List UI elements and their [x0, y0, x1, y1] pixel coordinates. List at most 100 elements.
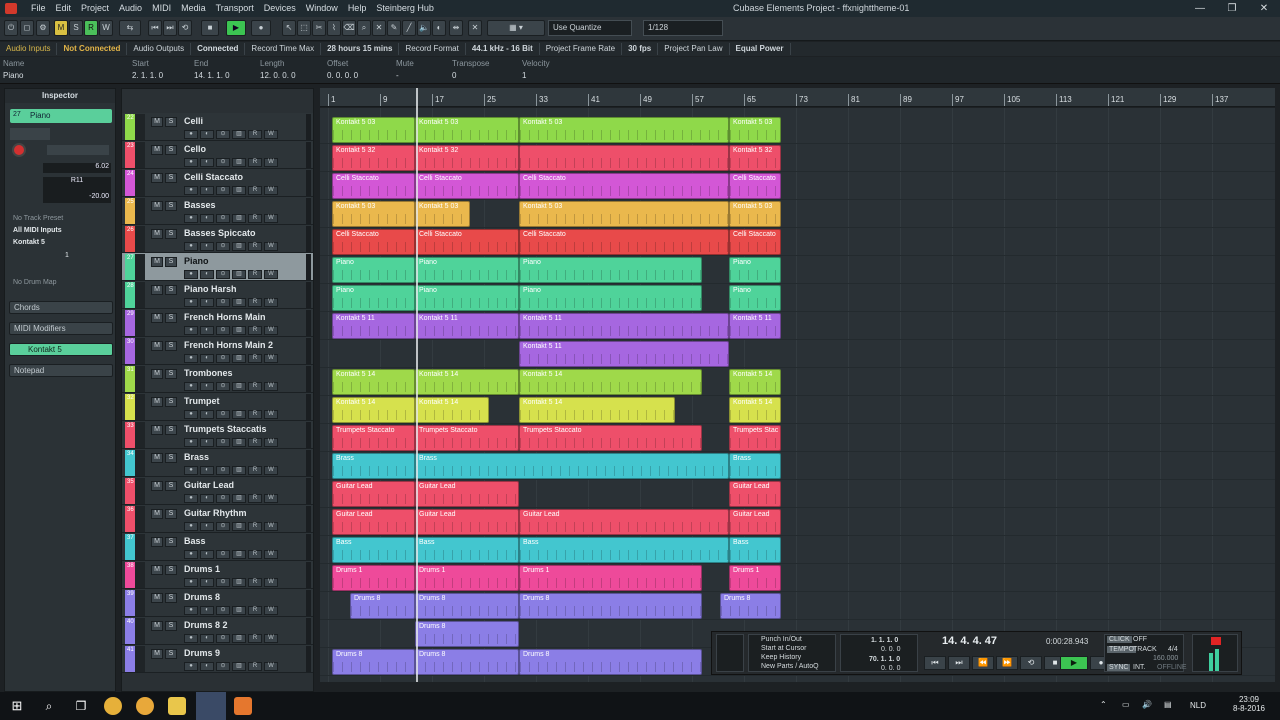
midi-part[interactable]: Drums 1 [519, 565, 702, 591]
midi-part[interactable]: Bass [729, 537, 781, 563]
track-read-button[interactable]: R [248, 578, 262, 587]
midi-part[interactable]: Kontakt 5 14 [415, 397, 489, 423]
constrain-delay-button[interactable]: ◻ [20, 20, 34, 36]
track-lane[interactable]: Bass Bass Bass Bass [320, 536, 1275, 564]
midi-part[interactable]: Bass [332, 537, 415, 563]
track-read-button[interactable]: R [248, 326, 262, 335]
track-lock-button[interactable]: ⊙ [216, 606, 230, 615]
midi-part[interactable]: Brass [729, 453, 781, 479]
track-edit-button[interactable]: ▥ [232, 158, 246, 167]
midi-part[interactable]: Bass [519, 537, 729, 563]
midi-part[interactable]: Guitar Lead [415, 509, 519, 535]
track-row[interactable]: 27 M S Piano ● ◐ ⊙ ▥ R W [122, 253, 313, 281]
track-solo-button[interactable]: S [165, 201, 177, 211]
midi-part[interactable]: Kontakt 5 14 [519, 397, 675, 423]
menu-audio[interactable]: Audio [114, 0, 147, 17]
tray-chevron-icon[interactable]: ⌃ [1100, 700, 1107, 709]
info-start[interactable]: Start 2. 1. 1. 0 [132, 59, 163, 80]
track-write-button[interactable]: W [264, 214, 278, 223]
track-edit-strip[interactable] [135, 422, 145, 448]
track-solo-button[interactable]: S [165, 173, 177, 183]
track-row[interactable]: 38 M S Drums 1 ● ◐ ⊙ ▥ R W [122, 561, 313, 589]
track-record-button[interactable]: ● [184, 270, 198, 279]
track-lock-button[interactable]: ⊙ [216, 214, 230, 223]
midi-part[interactable]: Piano [332, 257, 415, 283]
track-write-button[interactable]: W [264, 466, 278, 475]
track-edit-button[interactable]: ▥ [232, 214, 246, 223]
glue-tool-icon[interactable]: ⌇ [327, 20, 341, 36]
midi-part[interactable]: Trumpets Staccato [415, 425, 519, 451]
track-edit-strip[interactable] [135, 170, 145, 196]
track-mute-button[interactable]: M [151, 397, 163, 407]
info-mute[interactable]: Mute - [396, 59, 414, 80]
inspector-track-header[interactable]: 27 Piano [10, 109, 112, 123]
track-monitor-button[interactable]: ◐ [200, 270, 214, 279]
midi-part[interactable]: Drums 8 [415, 593, 519, 619]
track-read-button[interactable]: R [248, 606, 262, 615]
track-row[interactable]: 29 M S French Horns Main ● ◐ ⊙ ▥ R W [122, 309, 313, 337]
midi-part[interactable] [519, 145, 729, 171]
midi-part[interactable]: Drums 8 [415, 621, 519, 647]
file-explorer-icon[interactable] [168, 697, 186, 715]
midi-part[interactable]: Kontakt 5 11 [519, 313, 729, 339]
track-edit-strip[interactable] [135, 394, 145, 420]
app-icon[interactable] [234, 697, 252, 715]
track-edit-strip[interactable] [135, 254, 145, 280]
cubase-taskbar-icon[interactable] [196, 692, 226, 720]
track-lock-button[interactable]: ⊙ [216, 410, 230, 419]
track-record-button[interactable]: ● [184, 326, 198, 335]
track-read-button[interactable]: R [248, 214, 262, 223]
autoscroll-button[interactable]: ⇆ [119, 20, 141, 36]
track-monitor-button[interactable]: ◐ [200, 662, 214, 671]
track-write-button[interactable]: W [264, 130, 278, 139]
track-monitor-button[interactable]: ◐ [200, 578, 214, 587]
track-solo-button[interactable]: S [165, 621, 177, 631]
track-mute-button[interactable]: M [151, 229, 163, 239]
menu-transport[interactable]: Transport [211, 0, 259, 17]
track-mute-button[interactable]: M [151, 313, 163, 323]
midi-part[interactable]: Kontakt 5 03 [519, 201, 729, 227]
midi-part[interactable]: Celli Staccato [519, 229, 729, 255]
info-velocity[interactable]: Velocity 1 [522, 59, 550, 80]
send-level-field[interactable]: -20.00 [43, 193, 111, 203]
track-edit-strip[interactable] [135, 338, 145, 364]
info-name[interactable]: Name Piano [3, 59, 24, 80]
track-write-button[interactable]: W [264, 522, 278, 531]
track-lane[interactable]: Kontakt 5 03 Kontakt 5 03 Kontakt 5 03 Kont… [320, 200, 1275, 228]
midi-modifiers-section[interactable]: MIDI Modifiers [9, 322, 113, 335]
track-write-button[interactable]: W [264, 158, 278, 167]
midi-part[interactable]: Trumpets Staccato [332, 425, 415, 451]
track-read-button[interactable]: R [248, 466, 262, 475]
track-read-button[interactable]: R [248, 522, 262, 531]
midi-channel-field[interactable]: 1 [65, 252, 75, 259]
track-solo-button[interactable]: S [165, 425, 177, 435]
play-tool-icon[interactable]: 🔈 [417, 20, 431, 36]
track-solo-button[interactable]: S [165, 145, 177, 155]
clip-indicator[interactable] [1211, 637, 1221, 645]
track-edit-button[interactable]: ▥ [232, 578, 246, 587]
track-solo-button[interactable]: S [165, 285, 177, 295]
track-record-button[interactable]: ● [184, 410, 198, 419]
midi-part[interactable]: Celli Staccato [415, 173, 519, 199]
activate-project-button[interactable]: ⏻ [4, 20, 18, 36]
track-lock-button[interactable]: ⊙ [216, 662, 230, 671]
track-lock-button[interactable]: ⊙ [216, 438, 230, 447]
track-edit-strip[interactable] [135, 590, 145, 616]
track-name[interactable]: Celli [184, 116, 203, 126]
track-read-button[interactable]: R [248, 158, 262, 167]
grid-type-selector[interactable]: ▦ ▾ [487, 20, 545, 36]
track-edit-strip[interactable] [135, 282, 145, 308]
midi-part[interactable]: Brass [332, 453, 415, 479]
menu-edit[interactable]: Edit [51, 0, 77, 17]
midi-part[interactable]: Kontakt 5 32 [332, 145, 415, 171]
pan-law-value[interactable]: Equal Power [730, 43, 791, 55]
track-read-button[interactable]: R [248, 242, 262, 251]
track-lane[interactable]: Piano Piano Piano Piano [320, 284, 1275, 312]
track-edit-button[interactable]: ▥ [232, 606, 246, 615]
track-record-button[interactable]: ● [184, 158, 198, 167]
midi-part[interactable]: Drums 1 [729, 565, 781, 591]
track-name[interactable]: Trumpet [184, 396, 220, 406]
track-preset-field[interactable]: No Track Preset [13, 215, 113, 222]
click-toggle[interactable]: CLICK [1107, 636, 1132, 643]
info-offset[interactable]: Offset 0. 0. 0. 0 [327, 59, 358, 80]
